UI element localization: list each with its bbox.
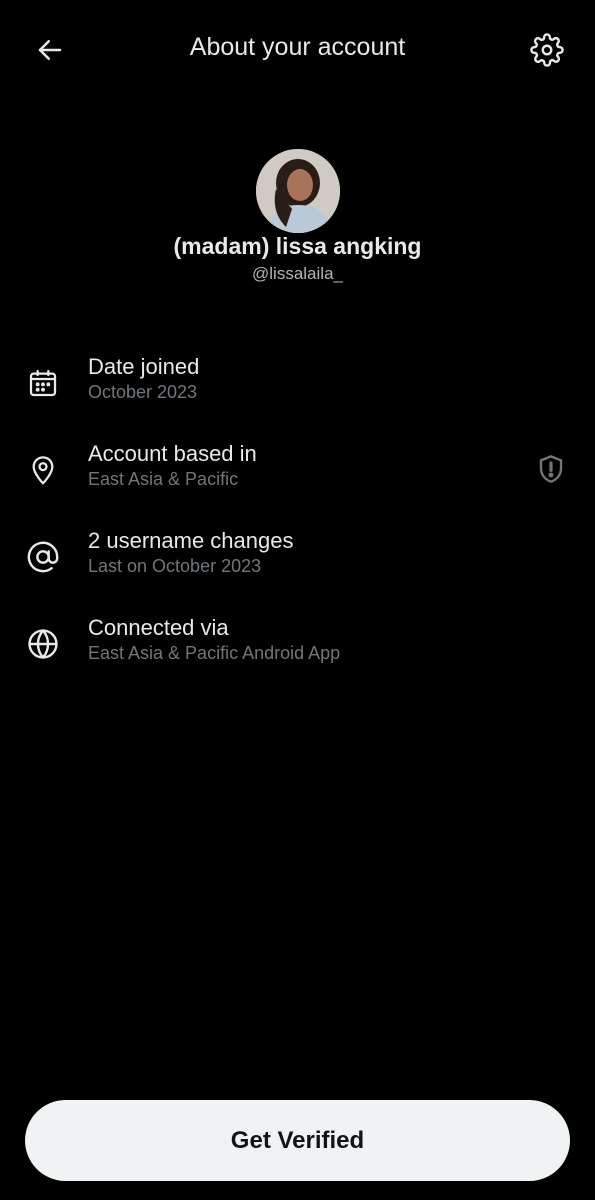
info-row-value: East Asia & Pacific Android App <box>88 643 341 663</box>
display-name: (madam) lissa angking <box>173 233 422 259</box>
settings-button[interactable] <box>525 28 569 72</box>
info-row-value: Last on October 2023 <box>88 556 262 576</box>
info-row-account-based-in: Account based in East Asia & Pacific <box>0 439 595 509</box>
info-row-label: Account based in <box>88 441 257 466</box>
avatar-photo <box>256 149 340 233</box>
info-row-value: October 2023 <box>88 382 198 402</box>
info-row-label: Date joined <box>88 354 200 379</box>
about-account-screen: About your account (madam) lissa angking… <box>0 0 595 1200</box>
info-row-value: East Asia & Pacific <box>88 469 239 489</box>
avatar[interactable] <box>256 149 340 233</box>
gear-icon <box>530 33 564 67</box>
info-row-username-changes: 2 username changes Last on October 2023 <box>0 526 595 596</box>
page-title: About your account <box>189 33 406 61</box>
username-handle: @lissalaila_ <box>252 264 343 283</box>
location-pin-icon <box>32 456 54 485</box>
shield-alert-button[interactable] <box>533 451 569 487</box>
at-sign-icon <box>27 541 59 573</box>
info-row-connected-via: Connected via East Asia & Pacific Androi… <box>0 613 595 683</box>
shield-alert-icon <box>539 455 563 483</box>
info-row-label: Connected via <box>88 615 229 640</box>
calendar-icon <box>29 369 57 397</box>
info-row-date-joined: Date joined October 2023 <box>0 352 595 422</box>
get-verified-button[interactable]: Get Verified <box>25 1100 570 1181</box>
globe-icon <box>28 629 58 659</box>
header: About your account <box>0 0 595 100</box>
info-row-label: 2 username changes <box>88 528 294 553</box>
